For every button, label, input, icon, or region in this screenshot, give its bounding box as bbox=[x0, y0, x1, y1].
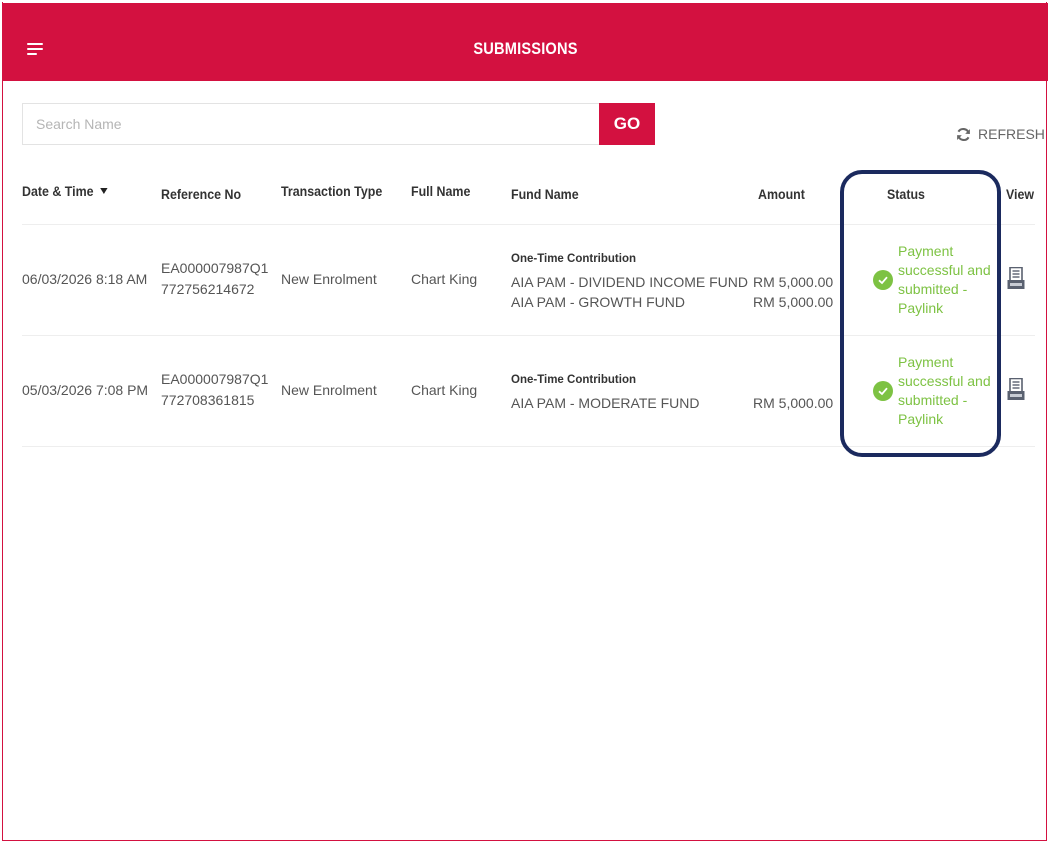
date-time-cell: 05/03/2026 7:08 PM bbox=[22, 382, 149, 398]
transaction-type-cell: New Enrolment bbox=[281, 382, 377, 398]
refresh-button[interactable]: REFRESH bbox=[956, 124, 1045, 144]
status-column-highlight bbox=[840, 170, 1001, 457]
reference-no-cell: EA000007987Q1 772708361815 bbox=[161, 371, 269, 408]
column-header-view: View bbox=[1006, 187, 1035, 202]
page-title: SUBMISSIONS bbox=[473, 39, 578, 58]
sort-down-triangle-icon bbox=[99, 188, 108, 194]
transaction-type-cell: New Enrolment bbox=[281, 271, 377, 287]
fund-name-cell: AIA PAM - MODERATE FUND bbox=[511, 395, 700, 411]
fund-heading: One-Time Contribution bbox=[511, 374, 637, 386]
go-button[interactable]: GO bbox=[599, 103, 655, 145]
fund-name-cell: AIA PAM - DIVIDEND INCOME FUND AIA PAM -… bbox=[511, 274, 748, 310]
app-header: SUBMISSIONS bbox=[3, 3, 1048, 81]
reference-no-cell: EA000007987Q1 772756214672 bbox=[161, 260, 269, 297]
column-header-transaction-type: Transaction Type bbox=[281, 184, 383, 199]
amount-cell: RM 5,000.00 RM 5,000.00 bbox=[753, 274, 834, 310]
pdf-document-icon[interactable] bbox=[1007, 377, 1025, 402]
refresh-icon bbox=[957, 127, 970, 141]
column-header-date-time[interactable]: Date & Time bbox=[22, 184, 108, 199]
refresh-label: REFRESH bbox=[978, 126, 1045, 142]
full-name-cell: Chart King bbox=[411, 271, 478, 287]
column-header-full-name: Full Name bbox=[411, 184, 471, 199]
fund-heading: One-Time Contribution bbox=[511, 253, 637, 265]
column-header-reference-no: Reference No bbox=[161, 187, 242, 202]
pdf-document-icon[interactable] bbox=[1007, 266, 1025, 291]
search-name-input[interactable] bbox=[22, 103, 599, 145]
column-header-amount: Amount bbox=[758, 187, 805, 202]
hamburger-menu-icon[interactable] bbox=[27, 43, 43, 55]
full-name-cell: Chart King bbox=[411, 382, 478, 398]
amount-cell: RM 5,000.00 bbox=[753, 395, 834, 411]
date-time-cell: 06/03/2026 8:18 AM bbox=[22, 271, 148, 287]
column-header-fund-name: Fund Name bbox=[511, 187, 579, 202]
